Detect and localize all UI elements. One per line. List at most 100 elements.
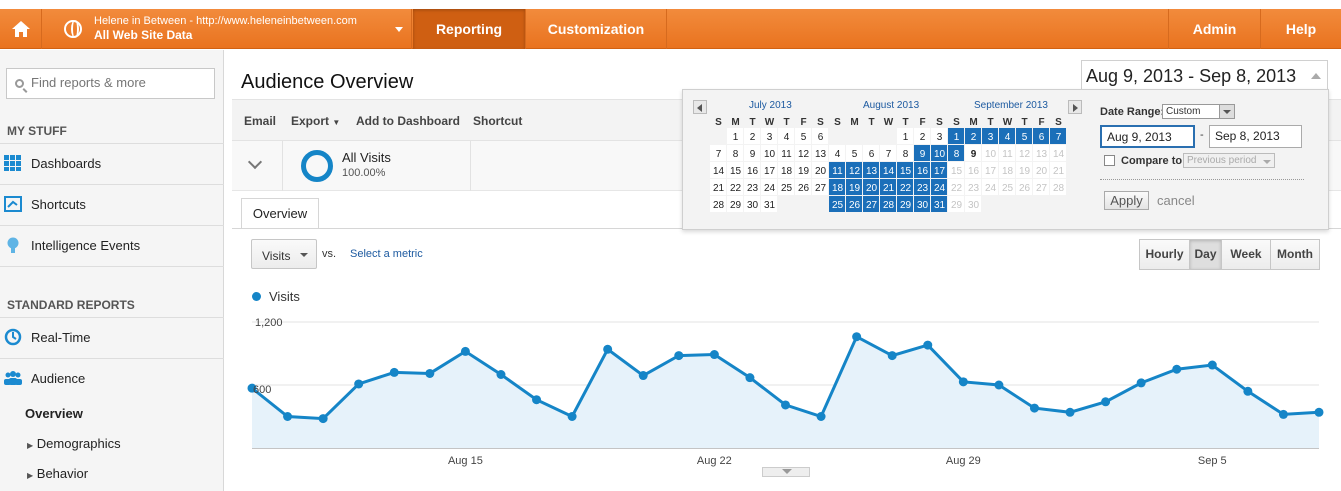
granularity-month[interactable]: Month	[1270, 239, 1320, 270]
weekday-header: S	[936, 117, 943, 128]
sidebar-item-shortcuts[interactable]: Shortcuts	[0, 184, 224, 224]
calendar-day-label: 9	[920, 149, 926, 160]
legend-label: Visits	[269, 289, 300, 304]
shortcut-button[interactable]: Shortcut	[473, 114, 522, 128]
divider	[282, 141, 283, 191]
metric-label: Visits	[262, 249, 291, 263]
calendar-day-label: 17	[985, 166, 997, 177]
search-input[interactable]	[31, 75, 211, 90]
sidebar-sub-overview[interactable]: Overview	[25, 406, 83, 421]
granularity-day[interactable]: Day	[1189, 239, 1222, 270]
data-point	[781, 400, 790, 410]
select-metric-link[interactable]: Select a metric	[350, 248, 423, 260]
visits-chart[interactable]: 1,200 600 Aug 15 Aug 22 Aug 29 Sep 5	[232, 305, 1341, 491]
nav-reporting[interactable]: Reporting	[413, 9, 526, 49]
calendar-day-label: 14	[883, 166, 895, 177]
calendar-day-label: 9	[971, 149, 977, 160]
nav-help[interactable]: Help	[1261, 9, 1341, 49]
data-point	[638, 371, 648, 381]
calendar-day-label: 31	[934, 200, 946, 211]
calendar-day-label: 11	[832, 166, 843, 177]
add-to-dashboard-button[interactable]: Add to Dashboard	[356, 114, 460, 128]
date-range-mode-select[interactable]: Custom	[1162, 104, 1235, 119]
tab-overview[interactable]: Overview	[241, 198, 319, 228]
compare-to-label: Compare to:	[1121, 155, 1186, 167]
calendar-day-label: 15	[951, 166, 963, 177]
nav-customization[interactable]: Customization	[526, 9, 667, 49]
triangle-right-icon: ▶	[27, 471, 34, 480]
export-button[interactable]: Export ▼	[291, 114, 340, 128]
search-box[interactable]	[6, 68, 215, 99]
sidebar-item-audience[interactable]: Audience	[0, 358, 224, 398]
chart-resize-handle[interactable]	[762, 467, 810, 477]
sidebar-sub-behavior[interactable]: ▶ Behavior	[27, 466, 88, 481]
calendar-grid[interactable]: S M T W T F S1 2 3 4 5 67 8 9 10 11 12 1314 15 16 17 18 19 2021…	[710, 116, 1068, 217]
calendar-day-label: 28	[883, 200, 895, 211]
real-time-icon	[4, 328, 22, 346]
calendar-day-label: 2	[971, 132, 977, 143]
calendar-day-label: 22	[730, 183, 742, 194]
data-point	[460, 346, 470, 356]
weekday-header: M	[969, 117, 977, 128]
calendar-day-label: 10	[764, 149, 776, 160]
calendar-next-button[interactable]	[1068, 100, 1082, 114]
calendar-day-label: 23	[968, 183, 980, 194]
date-range-button[interactable]: Aug 9, 2013 - Sep 8, 2013	[1081, 60, 1328, 91]
data-point	[318, 414, 328, 424]
calendar-day-label: 25	[1002, 183, 1014, 194]
segment-name[interactable]: All Visits	[342, 150, 391, 165]
data-point	[389, 367, 399, 377]
home-button[interactable]	[0, 9, 42, 49]
calendar-day-label: 17	[764, 166, 776, 177]
nav-admin[interactable]: Admin	[1168, 9, 1261, 49]
calendar-prev-button[interactable]	[693, 100, 707, 114]
sidebar-divider	[0, 266, 224, 297]
calendar-day-label: 10	[934, 149, 946, 160]
calendar-day-label: 20	[815, 166, 827, 177]
start-date-input[interactable]: Aug 9, 2013	[1100, 125, 1195, 148]
sidebar-sub-demographics[interactable]: ▶ Demographics	[27, 436, 121, 451]
standard-reports-title: STANDARD REPORTS	[7, 298, 135, 312]
x-tick-label: Aug 15	[448, 455, 483, 467]
chevron-up-icon	[1311, 73, 1321, 79]
calendar-day-label: 24	[764, 183, 776, 194]
calendar-day-label: 1	[733, 132, 739, 143]
compare-period-select[interactable]: Previous period	[1183, 153, 1275, 168]
y-tick-label: 600	[253, 384, 271, 396]
chevron-down-icon[interactable]	[247, 154, 263, 170]
date-range-mode-value: Custom	[1166, 106, 1201, 117]
account-selector[interactable]: Helene in Between - http://www.heleneinb…	[52, 9, 412, 49]
calendar-day-label: 8	[954, 149, 960, 160]
triangle-right-icon: ▶	[27, 441, 34, 450]
sidebar-item-label: Audience	[31, 371, 86, 386]
sidebar-item-dashboards[interactable]: Dashboards	[0, 143, 224, 183]
weekday-header: M	[731, 117, 739, 128]
weekday-header: W	[765, 117, 775, 128]
granularity-week[interactable]: Week	[1221, 239, 1271, 270]
sidebar-sub-label: Behavior	[36, 466, 89, 481]
apply-button[interactable]: Apply	[1104, 191, 1149, 210]
sidebar-item-real-time[interactable]: Real-Time	[0, 317, 224, 357]
cancel-link[interactable]: cancel	[1157, 193, 1195, 208]
weekday-header: S	[834, 117, 841, 128]
end-date-input[interactable]: Sep 8, 2013	[1209, 125, 1302, 148]
data-point	[923, 340, 933, 350]
metric-selector[interactable]: Visits	[251, 239, 317, 269]
weekday-header: T	[902, 117, 908, 128]
calendar-day-label: 14	[713, 166, 725, 177]
calendar-day-label: 7	[716, 149, 722, 160]
data-point	[354, 379, 364, 389]
email-button[interactable]: Email	[244, 114, 276, 128]
calendar-day-label: 7	[886, 149, 892, 160]
calendar-day-label: 1	[903, 132, 909, 143]
weekday-header: F	[1038, 117, 1044, 128]
calendar-month-september: September 2013	[974, 100, 1048, 111]
compare-checkbox[interactable]	[1104, 155, 1115, 166]
globe-icon	[64, 20, 82, 38]
sidebar-item-intelligence-events[interactable]: Intelligence Events	[0, 225, 224, 265]
chevron-left-icon	[697, 104, 702, 112]
calendar-day-label: 11	[1002, 149, 1013, 160]
calendar-day-label: 29	[730, 200, 742, 211]
granularity-hourly[interactable]: Hourly	[1139, 239, 1190, 270]
segment-ring-icon	[301, 150, 333, 182]
